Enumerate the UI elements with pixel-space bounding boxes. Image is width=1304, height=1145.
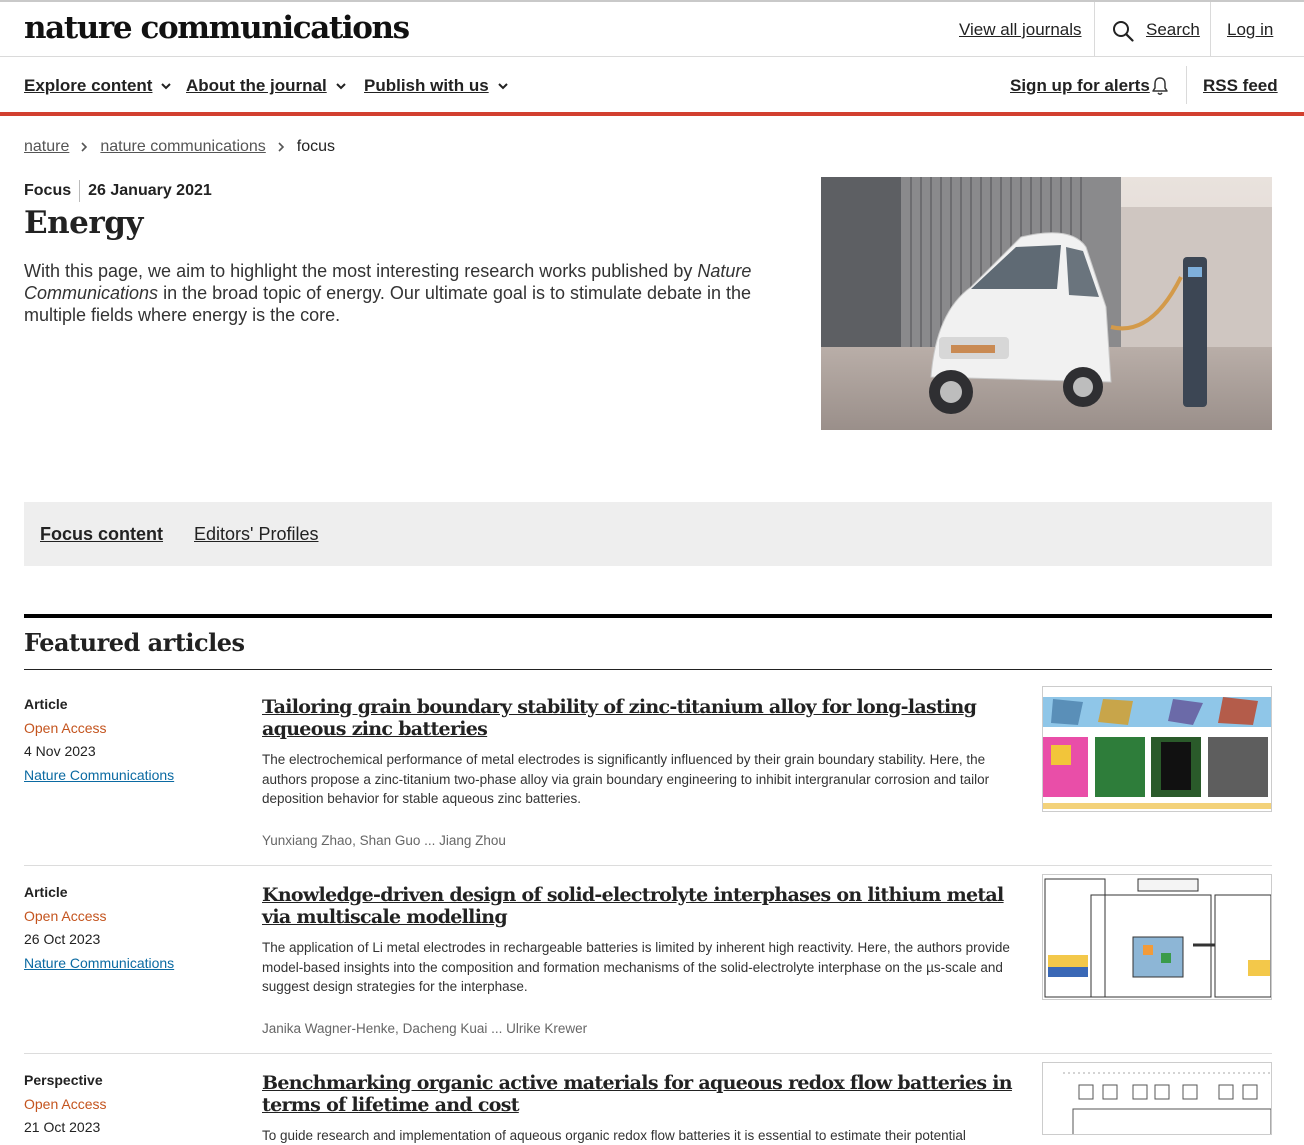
sign-up-alerts-link[interactable]: Sign up for alerts	[1010, 76, 1150, 96]
article-thumbnail[interactable]	[1042, 1062, 1272, 1135]
article-date: 4 Nov 2023	[24, 743, 96, 759]
page-title: Energy	[24, 205, 143, 241]
chevron-down-icon	[161, 83, 172, 90]
search-button[interactable]: Search	[1146, 20, 1200, 40]
main-nav: Explore content About the journal Publis…	[0, 58, 1304, 112]
bell-icon[interactable]	[1151, 76, 1169, 96]
article-type: Perspective	[24, 1072, 103, 1088]
view-all-journals-link[interactable]: View all journals	[959, 20, 1082, 40]
article-date: 26 Oct 2023	[24, 931, 101, 947]
tab-editors-profiles[interactable]: Editors' Profiles	[194, 524, 318, 545]
open-access-label: Open Access	[24, 908, 107, 924]
article-divider	[24, 865, 1272, 866]
chevron-right-icon	[278, 142, 284, 152]
intro-text: With this page, we aim to highlight the …	[24, 260, 784, 326]
chevron-right-icon	[81, 142, 88, 152]
nav-about-journal[interactable]: About the journal	[186, 76, 347, 96]
article-thumbnail[interactable]	[1042, 874, 1272, 1000]
site-header: nature communications View all journals …	[0, 2, 1304, 57]
open-access-label: Open Access	[24, 720, 107, 736]
article-description: The electrochemical performance of metal…	[262, 752, 990, 806]
focus-type: Focus	[24, 182, 72, 199]
login-link[interactable]: Log in	[1227, 20, 1273, 40]
nav-publish-with-us[interactable]: Publish with us	[364, 76, 509, 96]
header-divider	[1094, 2, 1095, 57]
nav-explore-label: Explore content	[24, 76, 153, 95]
article-type: Article	[24, 884, 68, 900]
focus-date: 26 January 2021	[88, 182, 212, 199]
article-description: The application of Li metal electrodes i…	[262, 940, 1010, 994]
article-thumbnail[interactable]	[1042, 686, 1272, 812]
featured-articles-heading: Featured articles	[24, 628, 245, 657]
header-divider	[1210, 2, 1211, 57]
article-title-link[interactable]: Benchmarking organic active materials fo…	[262, 1072, 1013, 1116]
journal-link[interactable]: Nature Communications	[24, 955, 174, 971]
article-item: Article Open Access 26 Oct 2023 Nature C…	[24, 874, 1272, 1044]
article-type: Article	[24, 696, 68, 712]
article-title-link[interactable]: Knowledge-driven design of solid-electro…	[262, 884, 1012, 928]
focus-tabs: Focus content Editors' Profiles	[24, 502, 1272, 566]
section-underline	[24, 669, 1272, 670]
nav-explore-content[interactable]: Explore content	[24, 76, 172, 96]
nav-publish-label: Publish with us	[364, 76, 489, 95]
hero-image	[821, 177, 1272, 430]
article-item: Perspective Open Access 21 Oct 2023 Benc…	[24, 1062, 1272, 1145]
meta-divider	[79, 180, 81, 202]
chevron-down-icon	[497, 83, 508, 90]
section-rule	[24, 614, 1272, 618]
search-icon[interactable]	[1112, 20, 1134, 42]
article-divider	[24, 1053, 1272, 1054]
article-title-link[interactable]: Tailoring grain boundary stability of zi…	[262, 696, 1012, 740]
breadcrumb-nature-communications[interactable]: nature communications	[100, 138, 265, 156]
accent-bar	[0, 112, 1304, 116]
article-date: 21 Oct 2023	[24, 1119, 101, 1135]
intro-pre: With this page, we aim to highlight the …	[24, 261, 698, 281]
nav-about-label: About the journal	[186, 76, 327, 95]
journal-link[interactable]: Nature Communications	[24, 767, 174, 783]
article-description: To guide research and implementation of …	[262, 1128, 966, 1143]
tab-focus-content[interactable]: Focus content	[40, 524, 163, 545]
breadcrumb-current: focus	[296, 138, 336, 155]
site-logo[interactable]: nature communications	[24, 10, 410, 46]
article-item: Article Open Access 4 Nov 2023 Nature Co…	[24, 686, 1272, 856]
article-authors: Yunxiang Zhao, Shan Guo ... Jiang Zhou	[262, 833, 506, 848]
nav-divider	[1186, 66, 1187, 104]
chevron-down-icon	[336, 83, 346, 90]
breadcrumb-nature[interactable]: nature	[24, 138, 69, 156]
open-access-label: Open Access	[24, 1096, 107, 1112]
rss-feed-link[interactable]: RSS feed	[1203, 76, 1278, 96]
breadcrumb: nature nature communications focus	[24, 138, 335, 156]
article-authors: Janika Wagner-Henke, Dacheng Kuai ... Ul…	[262, 1021, 588, 1036]
focus-meta: Focus 26 January 2021	[24, 180, 212, 202]
